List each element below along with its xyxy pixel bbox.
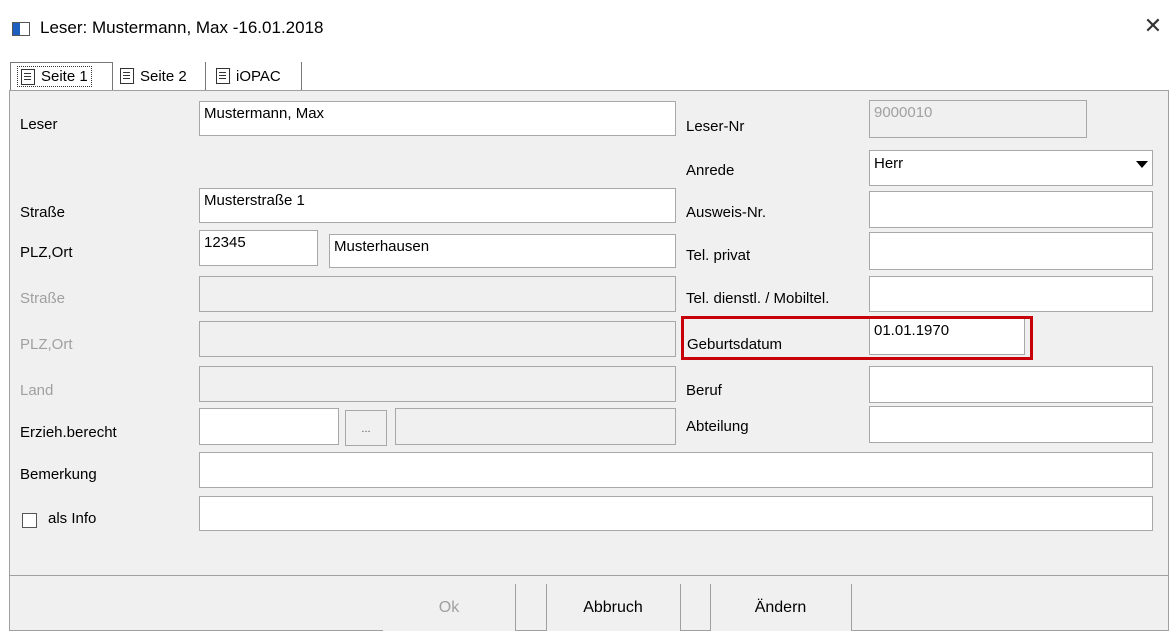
strasse-2-label: Straße [20,290,66,307]
leser-field[interactable]: Mustermann, Max [199,101,676,136]
close-icon[interactable]: ✕ [1137,10,1169,42]
als-info-label: als Info [48,510,97,527]
tel-privat-label: Tel. privat [686,247,751,264]
tab-seite-1[interactable]: Seite 1 [10,62,113,90]
ausweis-nr-label: Ausweis-Nr. [686,204,767,221]
button-divider [546,584,547,631]
erzieh-browse-button[interactable]: ... [345,410,387,446]
tab-label: Seite 1 [41,68,88,85]
bemerkung-label: Bemerkung [20,466,97,483]
chevron-down-icon[interactable] [1136,161,1148,168]
strasse-2-field [199,276,676,312]
land-label: Land [20,382,54,399]
anrede-dropdown[interactable]: Herr [869,150,1153,186]
tab-label: iOPAC [236,67,281,85]
land-field [199,366,676,402]
window-title: Leser: Mustermann, Max -16.01.2018 [40,18,324,37]
document-icon [216,68,230,84]
beruf-label: Beruf [686,382,722,399]
leser-nr-field: 9000010 [869,100,1087,138]
abteilung-field[interactable] [869,406,1153,443]
erzieh-name-field [395,408,676,445]
aendern-button[interactable]: Ändern [710,584,851,631]
tab-seite-2[interactable]: Seite 2 [116,62,206,90]
anrede-value: Herr [874,155,904,172]
tel-dienstl-label: Tel. dienstl. / Mobiltel. [686,290,830,307]
ort-field[interactable]: Musterhausen [329,234,676,268]
als-info-checkbox[interactable] [22,513,37,528]
info-field[interactable] [199,496,1153,531]
plz-ort-2-label: PLZ,Ort [20,336,73,353]
abbruch-button[interactable]: Abbruch [546,584,680,631]
leser-nr-label: Leser-Nr [686,118,745,135]
strasse-label: Straße [20,204,66,221]
erzieh-berecht-label: Erzieh.berecht [20,424,117,441]
highlight-box [681,316,1033,360]
button-divider [851,584,852,631]
bemerkung-field[interactable] [199,452,1153,488]
tel-dienstl-field[interactable] [869,276,1153,312]
plz-ort-label: PLZ,Ort [20,244,73,261]
plz-ort-2-field [199,321,676,357]
document-icon [120,68,134,84]
strasse-field[interactable]: Musterstraße 1 [199,188,676,223]
button-divider [710,584,711,631]
document-icon [21,68,35,85]
abteilung-label: Abteilung [686,418,749,435]
button-divider [680,584,681,631]
ok-button[interactable]: Ok [383,584,515,631]
app-icon [12,22,30,36]
tab-iopac[interactable]: iOPAC [212,62,302,90]
beruf-field[interactable] [869,366,1153,403]
leser-label: Leser [20,116,58,133]
anrede-label: Anrede [686,162,735,179]
plz-field[interactable]: 12345 [199,230,318,266]
ausweis-nr-field[interactable] [869,191,1153,228]
button-divider [515,584,516,631]
tab-label: Seite 2 [140,67,187,85]
tel-privat-field[interactable] [869,232,1153,270]
erzieh-berecht-field[interactable] [199,408,339,445]
